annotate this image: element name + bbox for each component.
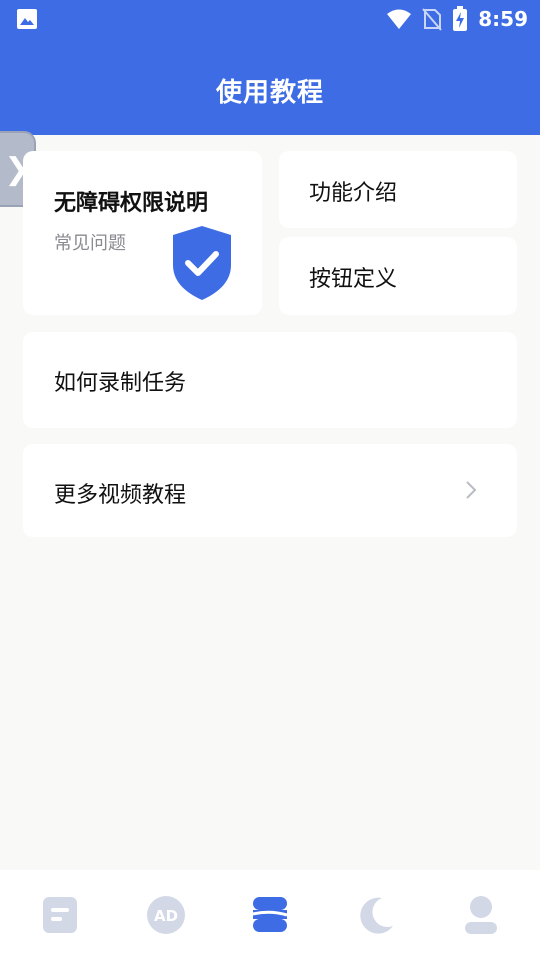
- no-sim-icon: [422, 8, 443, 31]
- accessibility-card-title: 无障碍权限说明: [54, 191, 209, 216]
- record-task-label: 如何录制任务: [54, 371, 187, 396]
- svg-text:AD: AD: [154, 907, 178, 925]
- bottom-navigation: AD: [0, 870, 540, 960]
- chevron-right-icon: [466, 481, 477, 499]
- accessibility-permission-card[interactable]: 无障碍权限说明 常见问题: [23, 151, 262, 315]
- user-icon: [465, 896, 497, 934]
- status-time: 8:59: [478, 7, 528, 31]
- battery-charging-icon: [453, 6, 468, 31]
- status-bar: 8:59: [0, 0, 540, 36]
- ad-icon: AD: [147, 896, 185, 934]
- moon-icon: [360, 897, 393, 934]
- layers-icon: [252, 897, 288, 932]
- document-icon: [43, 897, 77, 933]
- more-videos-card[interactable]: 更多视频教程: [23, 444, 517, 537]
- wifi-icon: [387, 9, 412, 29]
- nav-ad[interactable]: AD: [146, 895, 186, 935]
- accessibility-card-subtitle: 常见问题: [54, 233, 126, 254]
- image-icon: [17, 9, 37, 29]
- page-title: 使用教程: [215, 78, 324, 108]
- button-definition-label: 按钮定义: [309, 267, 398, 292]
- feature-intro-label: 功能介绍: [309, 181, 398, 206]
- nav-documents[interactable]: [40, 895, 80, 935]
- nav-tutorials[interactable]: [250, 895, 290, 935]
- app-header: 8:59 使用教程: [0, 0, 540, 135]
- button-definition-card[interactable]: 按钮定义: [279, 237, 517, 315]
- shield-check-icon: [173, 226, 231, 300]
- nav-profile[interactable]: [461, 895, 501, 935]
- record-task-card[interactable]: 如何录制任务: [23, 332, 517, 428]
- more-videos-label: 更多视频教程: [54, 483, 187, 508]
- feature-intro-card[interactable]: 功能介绍: [279, 151, 517, 228]
- nav-night[interactable]: [356, 895, 396, 935]
